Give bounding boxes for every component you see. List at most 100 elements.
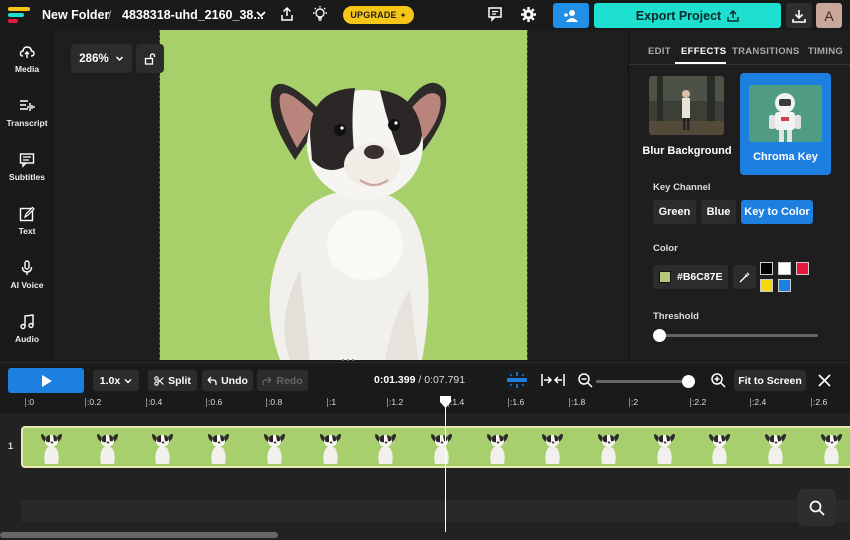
forest-thumbnail: [649, 76, 724, 135]
sidebar-item-ai-voice[interactable]: AI Voice: [0, 260, 54, 300]
tab-divider: [629, 64, 850, 65]
palette-swatch-black[interactable]: [760, 262, 773, 275]
unlock-icon: [144, 52, 156, 65]
tab-effects[interactable]: EFFECTS: [681, 46, 726, 57]
palette-swatch-red[interactable]: [796, 262, 809, 275]
effect-chroma-key-label: Chroma Key: [753, 151, 818, 163]
aspect-lock-button[interactable]: [136, 44, 164, 73]
key-channel-title: Key Channel: [653, 182, 711, 193]
astronaut-thumbnail: [749, 85, 822, 142]
video-preview[interactable]: [160, 30, 527, 360]
chroma-key-thumb: [749, 85, 822, 142]
ruler-tick: :2.2: [689, 397, 707, 407]
sidebar-label-subtitles: Subtitles: [9, 172, 45, 182]
clip-thumbnail: [653, 433, 675, 464]
clip-thumbnail: [41, 433, 62, 464]
scissors-icon: [154, 375, 164, 386]
palette-swatch-yellow[interactable]: [760, 279, 773, 292]
snap-magnet-icon[interactable]: [506, 372, 528, 388]
project-filename[interactable]: 4838318-uhd_2160_38...: [122, 8, 264, 22]
download-button[interactable]: [786, 3, 812, 28]
color-hex-input[interactable]: #B6C87E: [653, 265, 728, 289]
tab-transitions[interactable]: TRANSITIONS: [732, 46, 800, 57]
threshold-slider-thumb[interactable]: [653, 329, 666, 342]
app-logo[interactable]: [8, 7, 34, 24]
lightbulb-icon[interactable]: [311, 5, 329, 23]
clip-thumbnail: [820, 433, 842, 464]
left-sidebar: Media Transcript Subtitles Text AI Voice…: [0, 30, 54, 360]
playhead-handle[interactable]: [439, 396, 452, 408]
eyedropper-button[interactable]: [733, 265, 756, 289]
speed-dropdown[interactable]: 1.0x: [93, 370, 139, 391]
effect-blur-background-label[interactable]: Blur Background: [641, 144, 733, 158]
split-button[interactable]: Split: [148, 370, 197, 391]
key-channel-green-button[interactable]: Green: [653, 200, 696, 224]
threshold-slider-track[interactable]: [660, 334, 818, 337]
ruler-tick: :2.6: [810, 397, 828, 407]
eyedropper-icon: [739, 272, 749, 283]
comment-icon[interactable]: [487, 6, 503, 22]
ruler-tick: :2.4: [749, 397, 767, 407]
empty-track-lane[interactable]: [21, 500, 850, 522]
redo-button[interactable]: Redo: [257, 370, 308, 391]
tab-timing[interactable]: TIMING: [808, 46, 843, 57]
effect-chroma-key-card[interactable]: Chroma Key: [740, 73, 831, 175]
timeline-zoom-track[interactable]: [596, 380, 688, 383]
total-duration: / 0:07.791: [418, 374, 466, 386]
clip-thumbnail: [96, 433, 118, 464]
speed-value: 1.0x: [99, 374, 121, 387]
clip-thumbnail: [598, 433, 619, 464]
undo-icon: [207, 376, 217, 385]
sidebar-item-transcript[interactable]: Transcript: [0, 98, 54, 138]
search-button[interactable]: [798, 489, 836, 526]
sidebar-item-subtitles[interactable]: Subtitles: [0, 152, 54, 192]
timeline-zoom-thumb[interactable]: [682, 375, 695, 388]
export-label: Export Project: [635, 8, 722, 23]
clip-thumbnail: [542, 433, 564, 464]
zoom-out-icon[interactable]: [578, 373, 593, 388]
ruler-tick: :1.8: [568, 397, 586, 407]
chevron-down-icon[interactable]: [254, 7, 268, 21]
add-user-button[interactable]: [553, 3, 589, 28]
gear-icon[interactable]: [520, 6, 537, 23]
search-icon: [809, 500, 825, 516]
sidebar-item-audio[interactable]: Audio: [0, 314, 54, 354]
clip-thumbnail: [152, 433, 174, 464]
close-icon[interactable]: [817, 373, 832, 388]
upgrade-button[interactable]: UPGRADE ✦: [343, 6, 414, 24]
fit-width-icon[interactable]: [541, 372, 565, 388]
effect-blur-background-thumb[interactable]: [649, 76, 724, 135]
zoom-in-icon[interactable]: [711, 373, 726, 388]
canvas-bound-right: [527, 30, 528, 360]
upgrade-label: UPGRADE: [350, 10, 397, 20]
undo-button[interactable]: Undo: [202, 370, 253, 391]
threshold-title: Threshold: [653, 311, 699, 322]
horizontal-scrollbar[interactable]: [0, 532, 278, 538]
palette-swatch-blue[interactable]: [778, 279, 791, 292]
clip-thumbnail: [208, 433, 230, 464]
key-to-color-button[interactable]: Key to Color: [741, 200, 813, 224]
clip-thumbnail: [319, 433, 341, 464]
palette-swatch-white[interactable]: [778, 262, 791, 275]
breadcrumb-separator: /: [108, 8, 112, 22]
transcript-icon: [20, 100, 35, 111]
sidebar-item-media[interactable]: Media: [0, 44, 54, 84]
zoom-dropdown[interactable]: 286%: [71, 44, 132, 73]
export-project-button[interactable]: Export Project: [594, 3, 781, 28]
user-avatar[interactable]: A: [816, 3, 842, 28]
playhead-line[interactable]: [445, 397, 446, 532]
tab-edit[interactable]: EDIT: [648, 46, 671, 57]
sidebar-label-transcript: Transcript: [6, 118, 48, 128]
effects-panel: EDIT EFFECTS TRANSITIONS TIMING Blur Bac…: [628, 30, 850, 360]
share-icon[interactable]: [279, 6, 295, 22]
timeline-ruler[interactable]: :0 :0.2 :0.4 :0.6 :0.8 :1 :1.2 :1.4 :1.6…: [0, 397, 850, 413]
ruler-tick: :1.2: [386, 397, 404, 407]
video-clip[interactable]: [21, 426, 850, 468]
play-button[interactable]: [8, 368, 84, 393]
undo-label: Undo: [221, 374, 248, 387]
sidebar-item-text[interactable]: Text: [0, 206, 54, 246]
folder-name[interactable]: New Folder: [42, 8, 109, 22]
sidebar-label-media: Media: [14, 64, 40, 74]
key-channel-blue-button[interactable]: Blue: [701, 200, 736, 224]
fit-to-screen-button[interactable]: Fit to Screen: [734, 370, 806, 391]
